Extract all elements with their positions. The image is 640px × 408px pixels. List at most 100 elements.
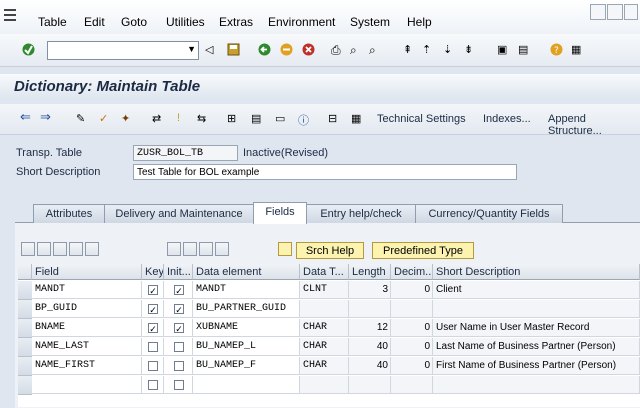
initial-values-checkbox[interactable]: ✓ <box>174 285 184 296</box>
filter-icon[interactable] <box>167 242 181 256</box>
row-selector[interactable] <box>18 376 32 395</box>
data-element-cell[interactable]: XUBNAME <box>193 319 300 337</box>
tab-delivery-maintenance[interactable]: Delivery and Maintenance <box>104 204 254 223</box>
key-checkbox[interactable] <box>148 380 158 390</box>
srch-help-button[interactable]: Srch Help <box>296 242 364 259</box>
menu-utilities[interactable]: Utilities <box>166 15 205 29</box>
info-icon[interactable]: ⓘ <box>298 112 310 127</box>
menu-edit[interactable]: Edit <box>84 15 105 29</box>
close-icon[interactable] <box>624 4 638 20</box>
back-icon[interactable] <box>258 43 271 56</box>
indexes-button[interactable]: Indexes... <box>483 113 531 125</box>
enter-icon[interactable] <box>22 43 35 56</box>
data-element-cell[interactable]: MANDT <box>193 281 300 299</box>
chevron-down-icon[interactable]: ▼ <box>187 44 196 54</box>
predefined-type-button[interactable]: Predefined Type <box>372 242 474 259</box>
tab-entry-help[interactable]: Entry help/check <box>306 204 416 223</box>
initial-values-checkbox[interactable] <box>174 342 184 352</box>
key-icon[interactable] <box>278 242 292 256</box>
col-init[interactable]: Init... <box>164 264 193 280</box>
field-name-cell[interactable]: BP_GUID <box>32 300 142 318</box>
maximize-icon[interactable] <box>607 4 623 20</box>
display-change-icon[interactable]: ✎ <box>76 112 88 125</box>
last-page-icon[interactable]: ⇟ <box>464 43 477 56</box>
back-arrow-icon[interactable]: ⇐ <box>20 109 32 124</box>
col-short-description[interactable]: Short Description <box>433 264 640 280</box>
field-name-cell[interactable]: NAME_LAST <box>32 338 142 356</box>
find-icon[interactable]: ⌕ <box>350 43 363 57</box>
field-name-cell[interactable]: MANDT <box>32 281 142 299</box>
paste-row-icon[interactable] <box>53 242 67 256</box>
tab-fields[interactable]: Fields <box>253 202 307 224</box>
minimize-icon[interactable] <box>590 4 606 20</box>
new-session-icon[interactable]: ▣ <box>497 43 510 56</box>
print-icon[interactable]: ⎙ <box>331 43 344 57</box>
initial-values-checkbox[interactable]: ✓ <box>174 304 184 315</box>
col-field[interactable]: Field <box>32 264 142 280</box>
shortcut-icon[interactable]: ▤ <box>518 43 531 56</box>
tab-attributes[interactable]: Attributes <box>33 204 105 223</box>
key-checkbox[interactable]: ✓ <box>148 304 158 315</box>
cancel-icon[interactable] <box>302 43 315 56</box>
row-selector[interactable] <box>18 281 32 300</box>
col-length[interactable]: Length <box>349 264 391 280</box>
copy-row-icon[interactable] <box>37 242 51 256</box>
graphic-icon[interactable]: ⊟ <box>328 112 340 125</box>
key-checkbox[interactable]: ✓ <box>148 323 158 334</box>
activate-icon[interactable]: ✦ <box>121 112 133 125</box>
data-element-cell[interactable]: BU_PARTNER_GUID <box>193 300 300 318</box>
forward-arrow-icon[interactable]: ⇒ <box>40 109 52 124</box>
menu-table[interactable]: Table <box>38 15 67 29</box>
first-page-icon[interactable]: ⇞ <box>403 43 416 56</box>
field-name-cell[interactable]: NAME_FIRST <box>32 357 142 375</box>
list-icon[interactable]: ▭ <box>275 112 287 125</box>
field-name-cell[interactable] <box>32 376 142 394</box>
previous-page-icon[interactable]: ⇡ <box>422 43 435 56</box>
short-description-field[interactable]: Test Table for BOL example <box>133 164 517 180</box>
menu-goto[interactable]: Goto <box>121 15 147 29</box>
contents-icon[interactable]: ▦ <box>351 112 363 125</box>
select-all-header[interactable] <box>18 264 32 280</box>
where-used-icon[interactable]: ⇄ <box>152 112 164 125</box>
row-selector[interactable] <box>18 357 32 376</box>
back-arrow-icon[interactable]: ◁ <box>205 43 218 56</box>
row-selector[interactable] <box>18 319 32 338</box>
append-structure-button[interactable]: Append Structure... <box>548 113 640 137</box>
sap-menu-icon[interactable] <box>2 4 22 30</box>
row-selector[interactable] <box>18 300 32 319</box>
check-icon[interactable]: ✓ <box>99 112 111 125</box>
col-data-element[interactable]: Data element <box>193 264 300 280</box>
menu-help[interactable]: Help <box>407 15 432 29</box>
technical-settings-button[interactable]: Technical Settings <box>377 113 466 125</box>
menu-system[interactable]: System <box>350 15 390 29</box>
select-icon[interactable] <box>215 242 229 256</box>
layout-settings-icon[interactable]: ▦ <box>571 43 584 56</box>
key-checkbox[interactable] <box>148 342 158 352</box>
initial-values-checkbox[interactable] <box>174 380 184 390</box>
delete-row-icon[interactable] <box>85 242 99 256</box>
data-element-cell[interactable]: BU_NAMEP_L <box>193 338 300 356</box>
object-list-icon[interactable]: ! <box>177 112 189 124</box>
key-checkbox[interactable] <box>148 361 158 371</box>
initial-values-checkbox[interactable]: ✓ <box>174 323 184 334</box>
command-field[interactable]: ▼ <box>47 41 199 60</box>
col-decimals[interactable]: Decim... <box>391 264 433 280</box>
save-icon[interactable] <box>227 43 240 56</box>
menu-environment[interactable]: Environment <box>268 15 335 29</box>
sort-icon[interactable] <box>183 242 197 256</box>
menu-extras[interactable]: Extras <box>219 15 253 29</box>
initial-values-checkbox[interactable] <box>174 361 184 371</box>
exit-icon[interactable] <box>280 43 293 56</box>
col-data-type[interactable]: Data T... <box>300 264 349 280</box>
copy-icon[interactable] <box>199 242 213 256</box>
navigation-icon[interactable]: ⇆ <box>197 112 209 125</box>
cut-row-icon[interactable] <box>21 242 35 256</box>
hierarchy-icon[interactable]: ⊞ <box>227 112 239 125</box>
data-element-cell[interactable] <box>193 376 300 394</box>
data-element-cell[interactable]: BU_NAMEP_F <box>193 357 300 375</box>
row-selector[interactable] <box>18 338 32 357</box>
next-page-icon[interactable]: ⇣ <box>443 43 456 56</box>
key-checkbox[interactable]: ✓ <box>148 285 158 296</box>
find-next-icon[interactable]: ⌕ <box>369 43 382 57</box>
tab-currency-quantity[interactable]: Currency/Quantity Fields <box>415 204 563 223</box>
